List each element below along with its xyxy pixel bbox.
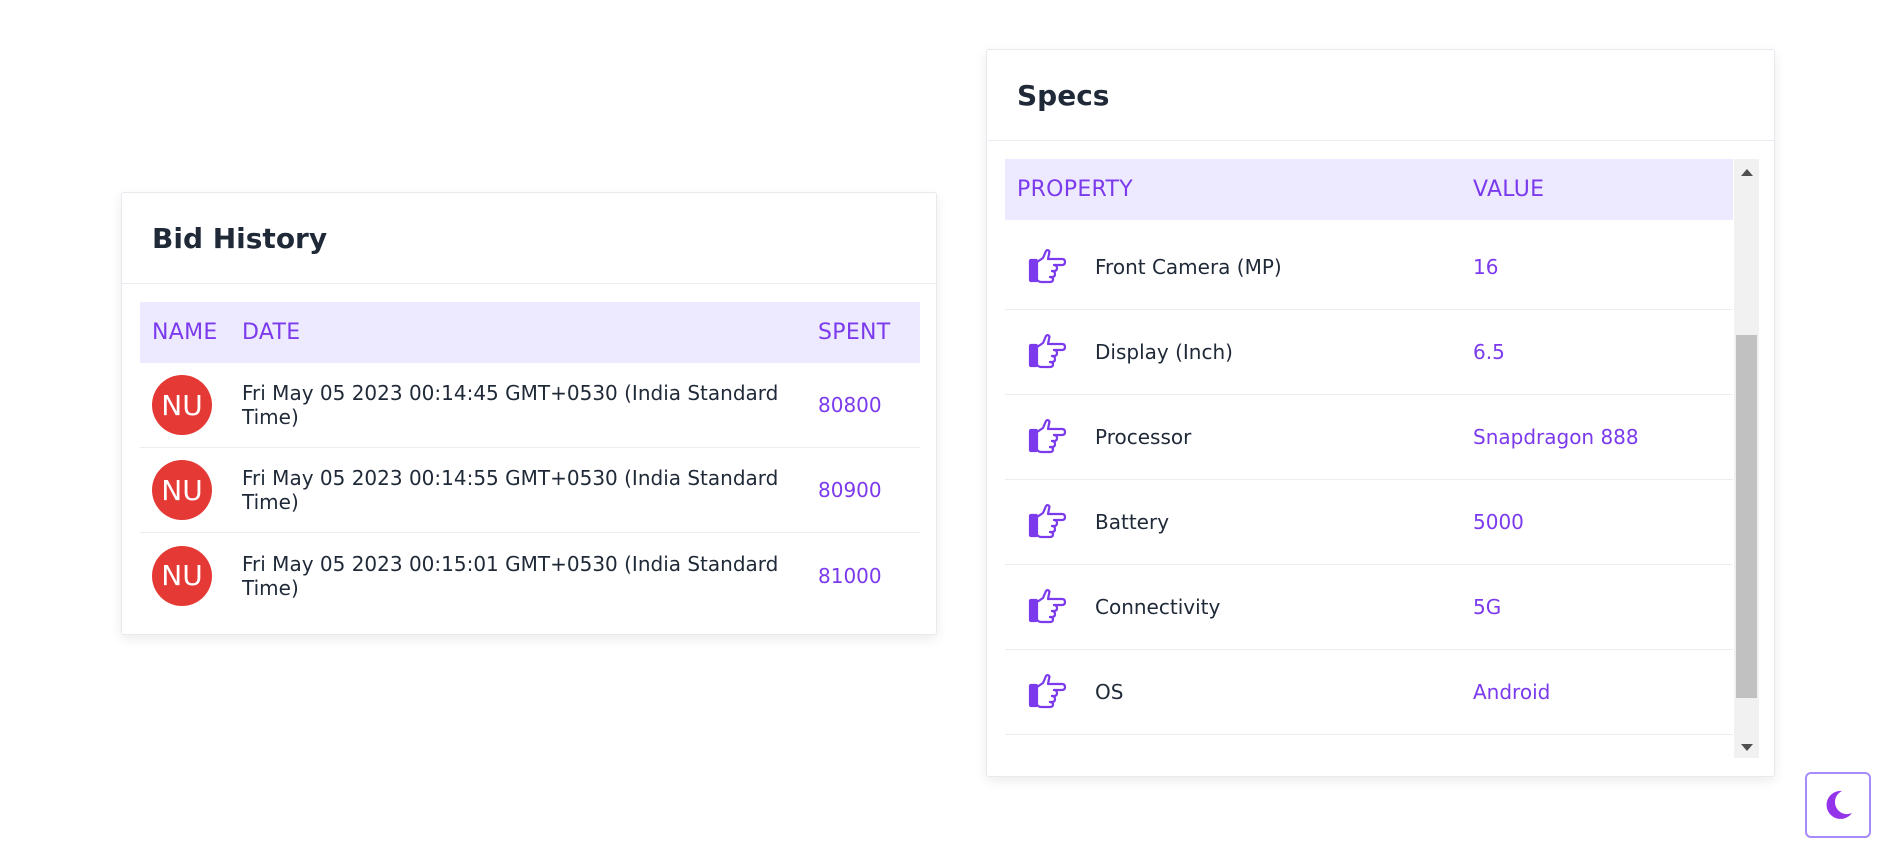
table-row: NU Fri May 05 2023 00:15:01 GMT+0530 (In… [140,533,920,618]
bid-history-title: Bid History [152,221,328,255]
column-header-name: NAME [152,320,218,345]
pointing-hand-icon [1005,672,1095,712]
bid-history-card: Bid History NAME DATE SPENT NU Fri May 0… [121,192,937,635]
bid-date: Fri May 05 2023 00:15:01 GMT+0530 (India… [242,551,779,600]
specs-table-scroll-area[interactable]: PROPERTY VALUE Front Camera (MP) 16 Disp… [1005,159,1759,758]
bid-date: Fri May 05 2023 00:14:45 GMT+0530 (India… [242,381,779,429]
spec-value: Snapdragon 888 [1473,425,1639,449]
scroll-down-arrow-icon[interactable] [1734,738,1759,756]
table-row: OS Android [1005,650,1733,735]
bid-spent: 81000 [818,563,882,588]
avatar: NU [152,375,212,435]
spec-property: Display (Inch) [1095,340,1233,364]
table-row: NU Fri May 05 2023 00:14:45 GMT+0530 (In… [140,363,920,448]
column-header-date: DATE [242,320,301,345]
table-row: Connectivity 5G [1005,565,1733,650]
bid-history-table-header: NAME DATE SPENT [140,302,920,363]
column-header-value: VALUE [1473,177,1545,202]
specs-header: Specs [987,50,1774,141]
avatar: NU [152,460,212,520]
spec-value: Android [1473,680,1551,704]
column-header-spent: SPENT [818,320,891,345]
spec-property: Front Camera (MP) [1095,255,1282,279]
scrollbar-thumb[interactable] [1736,335,1757,698]
bid-history-table: NAME DATE SPENT NU Fri May 05 2023 00:14… [140,302,920,618]
spec-property: OS [1095,680,1124,704]
pointing-hand-icon [1005,247,1095,287]
pointing-hand-icon [1005,332,1095,372]
spec-value: 5G [1473,595,1502,619]
table-row: Processor Snapdragon 888 [1005,395,1733,480]
specs-card: Specs PROPERTY VALUE Front Camera (MP) 1… [986,49,1775,777]
table-row: Front Camera (MP) 16 [1005,225,1733,310]
spec-property: Processor [1095,425,1192,449]
pointing-hand-icon [1005,417,1095,457]
column-header-property: PROPERTY [1017,177,1133,202]
spec-value: 16 [1473,255,1499,279]
theme-toggle-button[interactable] [1805,772,1871,838]
bid-spent: 80900 [818,478,882,502]
pointing-hand-icon [1005,587,1095,627]
specs-title: Specs [1017,78,1110,112]
pointing-hand-icon [1005,502,1095,542]
avatar: NU [152,545,212,606]
scroll-up-arrow-icon[interactable] [1734,163,1759,181]
spec-value: 5000 [1473,510,1524,534]
table-row: Display (Inch) 6.5 [1005,310,1733,395]
bid-spent: 80800 [818,393,882,417]
moon-icon [1826,790,1852,819]
bid-date: Fri May 05 2023 00:14:55 GMT+0530 (India… [242,466,779,514]
bid-history-header: Bid History [122,193,936,284]
spec-property: Battery [1095,510,1170,534]
spec-property: Connectivity [1095,595,1221,619]
spec-value: 6.5 [1473,340,1505,364]
vertical-scrollbar[interactable] [1734,159,1759,758]
table-row: Battery 5000 [1005,480,1733,565]
specs-table-body: Front Camera (MP) 16 Display (Inch) 6.5 … [1005,225,1733,735]
table-row: NU Fri May 05 2023 00:14:55 GMT+0530 (In… [140,448,920,533]
specs-table-header: PROPERTY VALUE [1005,159,1733,220]
